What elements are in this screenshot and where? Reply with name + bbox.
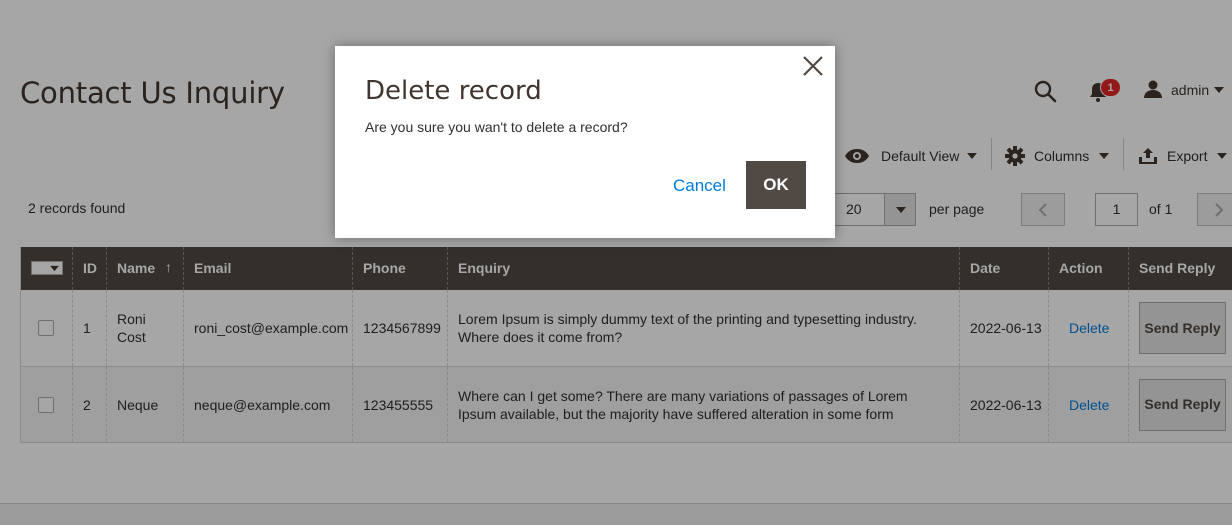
close-icon[interactable] — [801, 54, 825, 78]
modal-title: Delete record — [365, 76, 542, 106]
cancel-button[interactable]: Cancel — [673, 176, 726, 196]
delete-confirm-modal: Delete record Are you sure you wan't to … — [335, 46, 835, 238]
ok-button[interactable]: OK — [746, 161, 806, 209]
modal-message: Are you sure you wan't to delete a recor… — [365, 119, 628, 135]
